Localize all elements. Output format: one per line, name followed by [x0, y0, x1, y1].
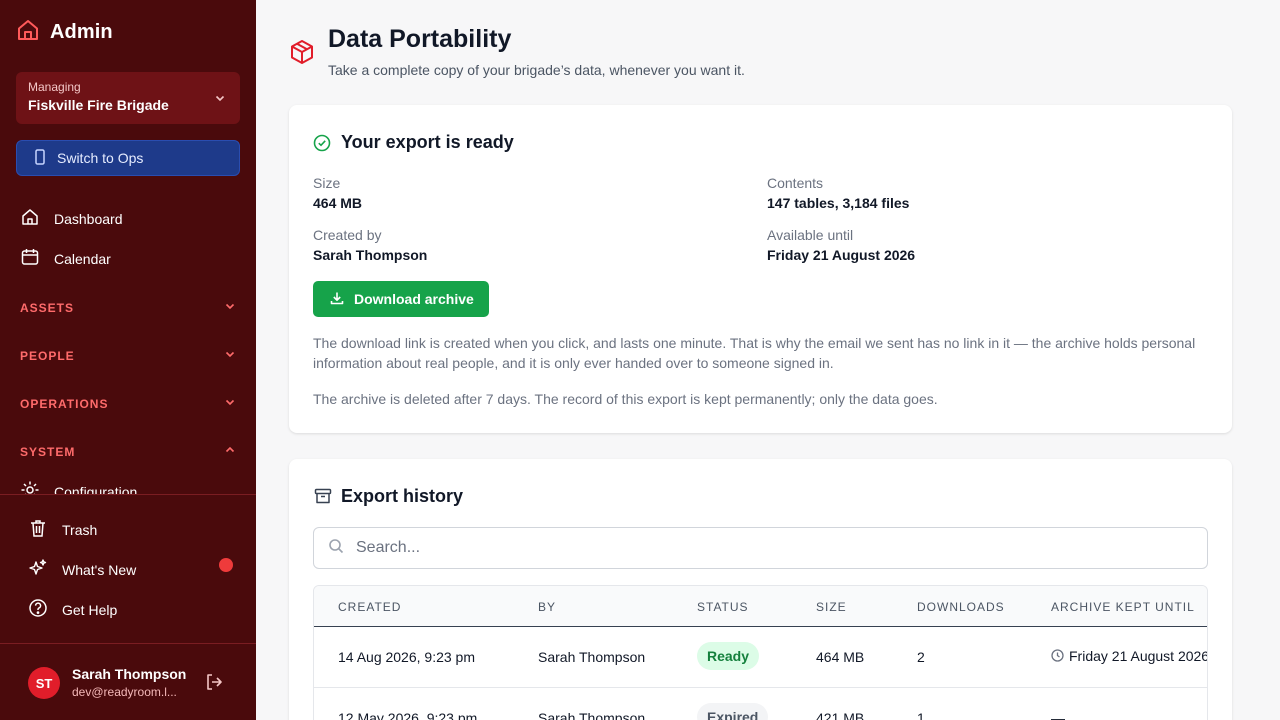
- switch-label: Switch to Ops: [57, 150, 144, 166]
- switch-to-ops-button[interactable]: Switch to Ops: [16, 140, 240, 176]
- brand-label: Admin: [50, 21, 113, 43]
- sidebar: Admin Managing Fiskville Fire Brigade Sw…: [0, 0, 256, 720]
- section-assets-label: ASSETS: [20, 300, 75, 315]
- page-subtitle: Take a complete copy of your brigade’s d…: [328, 62, 745, 78]
- table-header: CREATED BY STATUS SIZE DOWNLOADS ARCHIVE…: [314, 586, 1207, 627]
- section-people-label: PEOPLE: [20, 348, 75, 363]
- cell-size: 464 MB: [816, 649, 865, 665]
- download-icon: [330, 291, 344, 308]
- created-by-value: Sarah Thompson: [313, 247, 428, 263]
- cell-size: 421 MB: [816, 710, 865, 720]
- contents-value: 147 tables, 3,184 files: [767, 195, 910, 211]
- search-input[interactable]: Search...: [313, 527, 1208, 569]
- phone-icon: [33, 148, 47, 168]
- col-size[interactable]: SIZE: [816, 600, 847, 614]
- download-archive-button[interactable]: Download archive: [313, 281, 489, 317]
- section-system-label: SYSTEM: [20, 444, 76, 459]
- nav-get-help[interactable]: Get Help: [28, 598, 117, 621]
- user-name: Sarah Thompson: [72, 666, 187, 682]
- size-value: 464 MB: [313, 195, 363, 211]
- cell-kept-until: Friday 21 August 2026: [1069, 648, 1208, 664]
- nav-calendar[interactable]: Calendar: [20, 247, 111, 270]
- chevron-down-icon: [224, 348, 236, 363]
- notification-dot: [219, 558, 233, 572]
- nav-get-help-label: Get Help: [62, 601, 118, 618]
- brand[interactable]: Admin: [16, 18, 113, 47]
- nav-dashboard[interactable]: Dashboard: [20, 207, 123, 230]
- download-archive-label: Download archive: [354, 291, 474, 307]
- bottom-nav: [0, 494, 256, 495]
- avatar[interactable]: ST: [28, 667, 60, 699]
- chevron-down-icon: [214, 91, 226, 109]
- check-circle-icon: [313, 134, 331, 157]
- export-history-card: Export history Search... CREATED BY STAT…: [289, 459, 1232, 720]
- help-icon: [28, 598, 48, 621]
- search-icon: [328, 538, 344, 559]
- status-badge: Expired: [697, 703, 769, 720]
- row-divider: [314, 687, 1207, 688]
- search-placeholder: Search...: [356, 539, 421, 556]
- nav-configuration-label: Configuration: [54, 483, 138, 495]
- export-ready-card: Your export is ready Size 464 MB Content…: [289, 105, 1232, 433]
- download-link-note: The download link is created when you cl…: [313, 335, 1196, 371]
- nav-trash[interactable]: Trash: [28, 518, 97, 541]
- col-downloads[interactable]: DOWNLOADS: [917, 600, 1005, 614]
- size-label: Size: [313, 175, 341, 191]
- col-kept-until[interactable]: ARCHIVE KEPT UNTIL: [1051, 600, 1195, 614]
- trash-icon: [28, 518, 48, 541]
- page-title: Data Portability: [328, 25, 512, 53]
- nav-trash-label: Trash: [62, 521, 98, 538]
- available-until-value: Friday 21 August 2026: [767, 247, 916, 263]
- section-system[interactable]: SYSTEM: [20, 444, 236, 459]
- col-status[interactable]: STATUS: [697, 600, 749, 614]
- section-assets[interactable]: ASSETS: [20, 300, 236, 315]
- sparkles-icon: [28, 558, 48, 581]
- gear-icon: [20, 480, 40, 494]
- chevron-up-icon: [224, 444, 236, 459]
- status-badge: Ready: [697, 642, 760, 670]
- cell-created: 12 May 2026, 9:23 pm: [338, 710, 478, 720]
- calendar-icon: [20, 247, 40, 270]
- cell-by: Sarah Thompson: [538, 649, 646, 665]
- package-icon: [288, 38, 316, 71]
- clock-icon: [1051, 649, 1064, 665]
- home-icon: [20, 207, 40, 230]
- section-operations[interactable]: OPERATIONS: [20, 396, 236, 411]
- nav-scroll-area[interactable]: Configuration: [0, 470, 256, 494]
- nav-dashboard-label: Dashboard: [54, 210, 123, 227]
- available-until-label: Available until: [767, 227, 854, 243]
- nav-calendar-label: Calendar: [54, 250, 111, 267]
- deletion-note: The archive is deleted after 7 days. The…: [313, 391, 938, 407]
- nav-configuration[interactable]: Configuration: [20, 480, 137, 494]
- cell-downloads: 2: [917, 649, 925, 665]
- user-bar: ST Sarah Thompson dev@readyroom.l...: [0, 643, 256, 720]
- nav-whats-new-label: What's New: [62, 561, 137, 578]
- org-name: Fiskville Fire Brigade: [28, 97, 169, 113]
- user-email: dev@readyroom.l...: [72, 685, 177, 699]
- export-history-table: CREATED BY STATUS SIZE DOWNLOADS ARCHIVE…: [313, 585, 1208, 720]
- col-by[interactable]: BY: [538, 600, 556, 614]
- chevron-down-icon: [224, 300, 236, 315]
- export-ready-title: Your export is ready: [341, 132, 514, 152]
- brigade-selector[interactable]: Managing Fiskville Fire Brigade: [16, 72, 240, 124]
- cell-by: Sarah Thompson: [538, 710, 646, 720]
- logout-icon[interactable]: [204, 672, 224, 697]
- cell-downloads: 1: [917, 710, 925, 720]
- section-people[interactable]: PEOPLE: [20, 348, 236, 363]
- archive-icon: [314, 487, 332, 510]
- chevron-down-icon: [224, 396, 236, 411]
- cell-created: 14 Aug 2026, 9:23 pm: [338, 649, 475, 665]
- contents-label: Contents: [767, 175, 824, 191]
- managing-label: Managing: [28, 80, 81, 94]
- export-history-title: Export history: [341, 486, 464, 506]
- nav-whats-new[interactable]: What's New: [28, 558, 136, 581]
- col-created[interactable]: CREATED: [338, 600, 401, 614]
- cell-kept-until: —: [1051, 710, 1065, 720]
- home-icon: [16, 18, 40, 47]
- created-by-label: Created by: [313, 227, 382, 243]
- section-operations-label: OPERATIONS: [20, 396, 109, 411]
